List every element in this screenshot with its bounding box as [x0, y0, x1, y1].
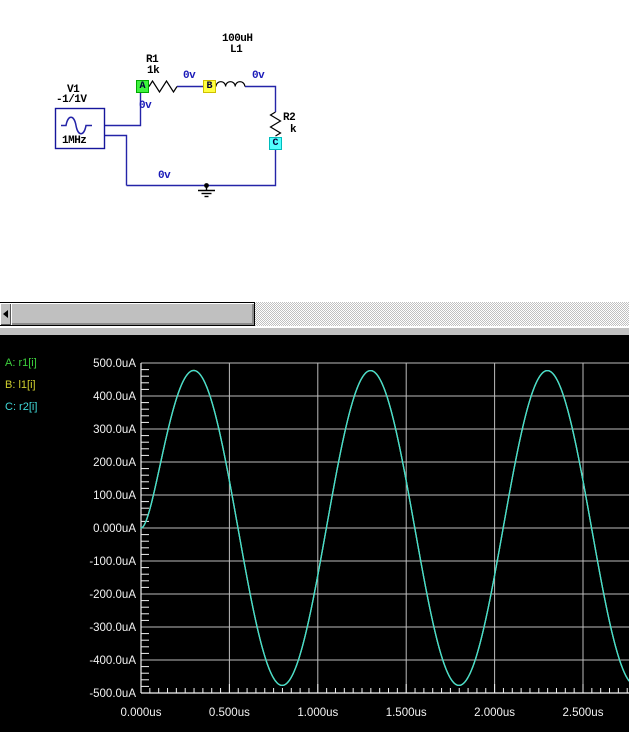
scrollbar-thumb[interactable] — [11, 302, 255, 326]
legend-trace-a: A: r1[i] — [5, 357, 37, 370]
horizontal-scrollbar[interactable] — [0, 302, 629, 326]
svg-text:0.500us: 0.500us — [209, 707, 250, 719]
resistor-r1[interactable] — [149, 81, 177, 92]
svg-text:2.500us: 2.500us — [563, 707, 604, 719]
svg-text:100.0uA: 100.0uA — [93, 490, 136, 502]
v1-frequency: 1MHz — [62, 136, 86, 147]
svg-text:1.000us: 1.000us — [297, 707, 338, 719]
wires[interactable] — [104, 87, 276, 186]
svg-text:-200.0uA: -200.0uA — [89, 589, 136, 601]
legend-trace-c: C: r2[i] — [5, 401, 37, 414]
simulator-window: { "schematic": { "source": {"label": "V1… — [0, 0, 629, 732]
r2-value: k — [290, 125, 296, 136]
svg-text:-500.0uA: -500.0uA — [89, 688, 136, 700]
svg-text:-100.0uA: -100.0uA — [89, 556, 136, 568]
pane-divider — [0, 326, 629, 335]
r2-label: R2 — [283, 113, 295, 124]
svg-text:300.0uA: 300.0uA — [93, 424, 136, 436]
trace-legend: A: r1[i] B: l1[i] C: r2[i] — [5, 357, 37, 423]
probe-node-c[interactable]: C — [269, 137, 282, 150]
net-label-0v: 0v — [158, 171, 170, 182]
svg-text:200.0uA: 200.0uA — [93, 457, 136, 469]
v1-value: -1/1V — [56, 95, 87, 106]
scroll-left-button[interactable] — [0, 302, 11, 326]
svg-text:400.0uA: 400.0uA — [93, 391, 136, 403]
left-arrow-icon — [3, 310, 8, 318]
inductor-l1[interactable] — [216, 82, 245, 87]
svg-text:500.0uA: 500.0uA — [93, 358, 136, 370]
waveform-plot[interactable]: 500.0uA 400.0uA 300.0uA 200.0uA 100.0uA 0.000… — [0, 335, 629, 732]
svg-text:2.000us: 2.000us — [474, 707, 515, 719]
legend-trace-b: B: l1[i] — [5, 379, 37, 392]
svg-text:-300.0uA: -300.0uA — [89, 622, 136, 634]
net-label-0v: 0v — [139, 101, 151, 112]
svg-text:0.000uA: 0.000uA — [93, 523, 136, 535]
svg-text:1.500us: 1.500us — [386, 707, 427, 719]
l1-label: L1 — [230, 45, 242, 56]
net-label-0v: 0v — [252, 71, 264, 82]
resistor-r2[interactable] — [271, 112, 281, 136]
net-label-0v: 0v — [183, 71, 195, 82]
svg-text:-400.0uA: -400.0uA — [89, 655, 136, 667]
svg-text:0.000us: 0.000us — [121, 707, 162, 719]
schematic-canvas[interactable]: V1 -1/1V 1MHz R1 1k 100uH L1 R2 k 0v 0v … — [0, 0, 629, 302]
schematic-drawing — [0, 0, 629, 302]
probe-node-b[interactable]: B — [203, 80, 216, 93]
probe-node-a[interactable]: A — [136, 80, 149, 93]
r1-value: 1k — [147, 66, 159, 77]
plot-canvas[interactable]: 500.0uA 400.0uA 300.0uA 200.0uA 100.0uA 0.000… — [0, 335, 629, 732]
